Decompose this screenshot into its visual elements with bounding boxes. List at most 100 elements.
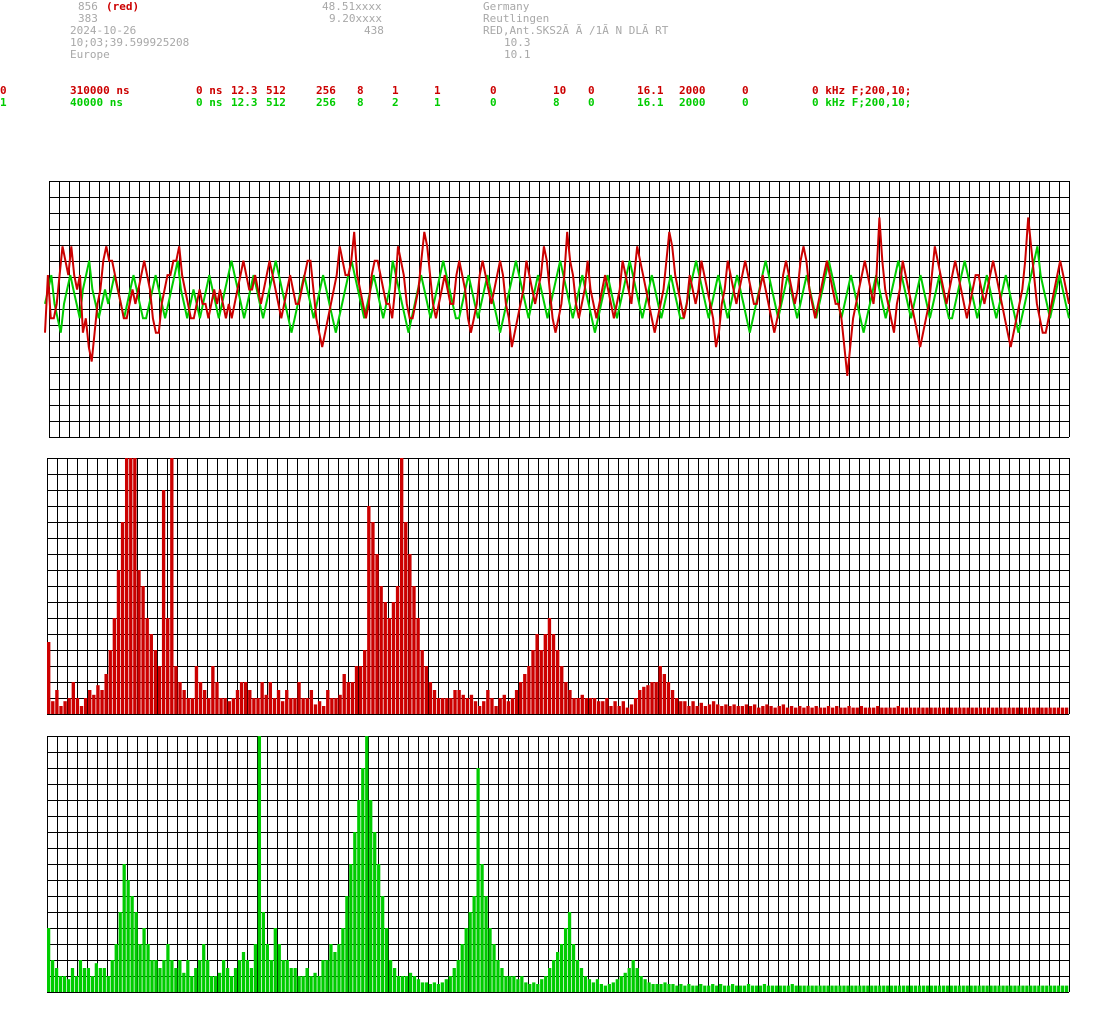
- spectrum-green-bar: [94, 963, 98, 992]
- spectrum-green-bar: [233, 968, 238, 992]
- spectrum-green-bar: [770, 985, 775, 992]
- spectrum-green-bar: [520, 976, 524, 992]
- spectrum-red-bar: [465, 698, 470, 714]
- spectrum-green-bar: [607, 984, 611, 992]
- spectrum-red-bar: [145, 618, 149, 714]
- spectrum-green-bar: [496, 960, 500, 992]
- spectrum-red-bar: [691, 701, 695, 714]
- spectrum-red-bar: [75, 698, 80, 714]
- spectrum-red-bar: [974, 707, 978, 714]
- spectrum-red-bar: [695, 706, 699, 714]
- spectrum-red-bar: [933, 707, 937, 714]
- spectrum-red-bar: [810, 707, 814, 714]
- spectrum-green-bar: [556, 952, 560, 992]
- spectrum-green-bar: [118, 912, 122, 992]
- spectrum-green-bar: [790, 984, 794, 992]
- spectrum-red-bar: [711, 701, 716, 714]
- spectrum-red-bar: [995, 707, 999, 714]
- charts-canvas: [44, 181, 1070, 993]
- spectrum-green-bar: [142, 928, 146, 992]
- spectrum-red-bar: [334, 698, 338, 714]
- spectrum-red-bar: [215, 682, 219, 714]
- spectrum-green-bar: [810, 985, 814, 992]
- spectrum-red-bar: [1007, 707, 1011, 714]
- spectrum-red-bar: [129, 458, 133, 714]
- spectrum-green-bar: [750, 985, 755, 992]
- spectrum-green-bar: [754, 985, 759, 992]
- spectrum-green-bar: [567, 912, 572, 992]
- spectrum-red-bar: [412, 586, 416, 714]
- spectrum-green-bar: [353, 832, 357, 992]
- spectrum-red-bar: [568, 690, 572, 714]
- spectrum-red-bar: [921, 707, 925, 714]
- spectrum-red-bar: [317, 701, 322, 714]
- spectrum-green-bar: [691, 985, 695, 992]
- spectrum-red-bar: [502, 694, 506, 714]
- spectrum-green-bar: [404, 976, 409, 992]
- spectrum-green-bar: [703, 985, 707, 992]
- spectrum-red-bar: [830, 707, 835, 714]
- spectrum-red-bar: [244, 682, 248, 714]
- spectrum-green-bar: [261, 912, 265, 992]
- spectrum-green-bar: [476, 768, 480, 992]
- spectrum-red-bar: [223, 698, 227, 714]
- spectrum-green-bar: [388, 960, 393, 992]
- spectrum-green-bar: [989, 985, 993, 992]
- spectrum-green-bar: [464, 928, 468, 992]
- spectrum-green-bar: [742, 985, 747, 992]
- spectrum-green-bar: [1041, 985, 1045, 992]
- spectrum-green-bar: [492, 944, 496, 992]
- spectrum-red-bar: [239, 682, 244, 714]
- spectrum-red-bar: [387, 618, 392, 714]
- spectrum-green-bar: [218, 972, 222, 992]
- spectrum-green-bar: [245, 960, 250, 992]
- spectrum-red-bar: [740, 706, 745, 714]
- spectrum-green-bar: [730, 984, 735, 992]
- spectrum-red-bar: [851, 707, 855, 714]
- spectrum-green-bar: [651, 984, 655, 992]
- spectrum-red-bar: [662, 674, 667, 714]
- spectrum-green-bar: [1029, 985, 1033, 992]
- spectrum-green-bar: [456, 960, 460, 992]
- spectrum-green-bar: [508, 976, 512, 992]
- spectrum-green-bar: [937, 985, 942, 992]
- spectrum-green-bar: [202, 944, 206, 992]
- spectrum-red-bar: [519, 682, 523, 714]
- spectrum-red-bar: [1044, 707, 1048, 714]
- spectrum-green-bar: [134, 912, 138, 992]
- spectrum-red-bar: [646, 685, 650, 714]
- spectrum-green-bar: [460, 944, 464, 992]
- spectrum-red-bar: [322, 706, 326, 714]
- spectrum-red-bar: [63, 701, 67, 714]
- spectrum-green-bar: [822, 985, 826, 992]
- spectrum-green-bar: [675, 985, 679, 992]
- spectrum-red-bar: [555, 650, 560, 714]
- spectrum-red-bar: [621, 701, 625, 714]
- spectrum-green-bar: [890, 985, 894, 992]
- spectrum-green-bar: [858, 985, 862, 992]
- spectrum-red-bar: [970, 707, 974, 714]
- spectrum-green-bar: [548, 968, 552, 992]
- spectrum-green-bar: [436, 984, 440, 992]
- spectrum-red-bar: [260, 682, 264, 714]
- spectrum-green-bar: [186, 960, 190, 992]
- spectrum-green-bar: [420, 982, 425, 992]
- spectrum-red-bar: [732, 704, 736, 714]
- spectrum-green-bar: [122, 864, 126, 992]
- spectrum-green-bar: [229, 976, 234, 992]
- spectrum-green-bar: [667, 984, 671, 992]
- spectrum-red-bar: [449, 698, 453, 714]
- spectrum-red-bar: [170, 458, 174, 714]
- spectrum-red-bar: [137, 570, 141, 714]
- spectrum-red-bar: [326, 690, 330, 714]
- spectrum-red-bar: [605, 698, 609, 714]
- spectrum-green-bar: [361, 768, 365, 992]
- spectrum-red-bar: [896, 706, 900, 714]
- spectrum-red-bar: [211, 666, 215, 714]
- spectrum-green-bar: [174, 968, 178, 992]
- spectrum-red-bar: [506, 701, 511, 714]
- spectrum-red-bar: [986, 707, 991, 714]
- spectrum-red-bar: [186, 698, 190, 714]
- spectrum-green-bar: [882, 985, 886, 992]
- spectrum-green-bar: [663, 982, 667, 992]
